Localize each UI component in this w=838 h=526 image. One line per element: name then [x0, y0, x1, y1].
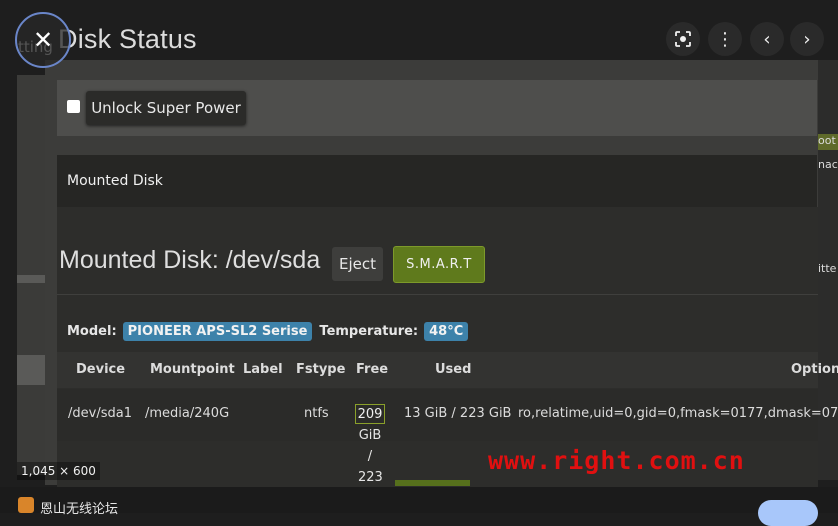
cell-device: /dev/sda1 [68, 406, 132, 421]
partial-button [395, 480, 470, 486]
more-button[interactable]: ⋮ [708, 22, 742, 56]
cell-free-separator: / [367, 449, 373, 464]
background-chip: oot [818, 134, 838, 150]
close-icon: ✕ [32, 26, 54, 54]
modal-title: Disk Status [58, 24, 197, 54]
temperature-badge: 48°C [424, 321, 469, 341]
site-logo-icon [18, 497, 34, 513]
column-header-used: Used [435, 362, 472, 377]
chevron-left-icon: ‹ [763, 28, 771, 50]
unlock-super-power-button[interactable]: Unlock Super Power [86, 91, 246, 125]
column-header-fstype: Fstype [296, 362, 346, 377]
previous-button[interactable]: ‹ [750, 22, 784, 56]
divider [57, 294, 818, 295]
more-vert-icon: ⋮ [716, 28, 734, 50]
smart-button[interactable]: S.M.A.R.T [393, 246, 485, 283]
cell-free-unit: GiB [358, 428, 382, 443]
cell-free-total: 223 [358, 470, 383, 485]
watermark: www.right.com.cn [488, 446, 745, 475]
site-name[interactable]: 恩山无线论坛 [40, 498, 118, 517]
cell-free-value: 209 [355, 404, 385, 424]
column-header-mountpoint: Mountpoint [150, 362, 235, 377]
lens-button[interactable] [666, 22, 700, 56]
column-header-free: Free [356, 362, 389, 377]
background-chip: itte [818, 262, 837, 275]
chevron-right-icon: › [803, 28, 811, 50]
disk-heading: Mounted Disk: /dev/sda [59, 246, 321, 274]
disk-info-row: Model: PIONEER APS-SL2 Serise Temperatur… [67, 320, 475, 342]
temperature-label: Temperature: [319, 323, 419, 339]
eject-button[interactable]: Eject [332, 247, 383, 281]
column-header-options: Options [791, 362, 838, 377]
model-label: Model: [67, 323, 117, 339]
footer-bar [0, 487, 838, 513]
model-badge: PIONEER APS-SL2 Serise [122, 321, 313, 341]
next-button[interactable]: › [790, 22, 824, 56]
cell-used: 13 GiB / 223 GiB [404, 406, 512, 421]
footer-action-button[interactable] [758, 500, 818, 526]
background-chip: nac [818, 158, 838, 171]
super-power-checkbox[interactable] [67, 100, 80, 113]
cell-mountpoint: /media/240G [145, 406, 230, 421]
cell-options: ro,relatime,uid=0,gid=0,fmask=0177,dmask… [518, 406, 838, 421]
lens-icon [675, 31, 691, 47]
close-button[interactable]: ✕ [15, 12, 71, 68]
column-header-device: Device [76, 362, 126, 377]
image-size-label: 1,045 × 600 [17, 462, 100, 480]
column-header-label: Label [243, 362, 283, 377]
cell-fstype: ntfs [304, 406, 329, 421]
tab-label[interactable]: Mounted Disk [67, 173, 163, 189]
